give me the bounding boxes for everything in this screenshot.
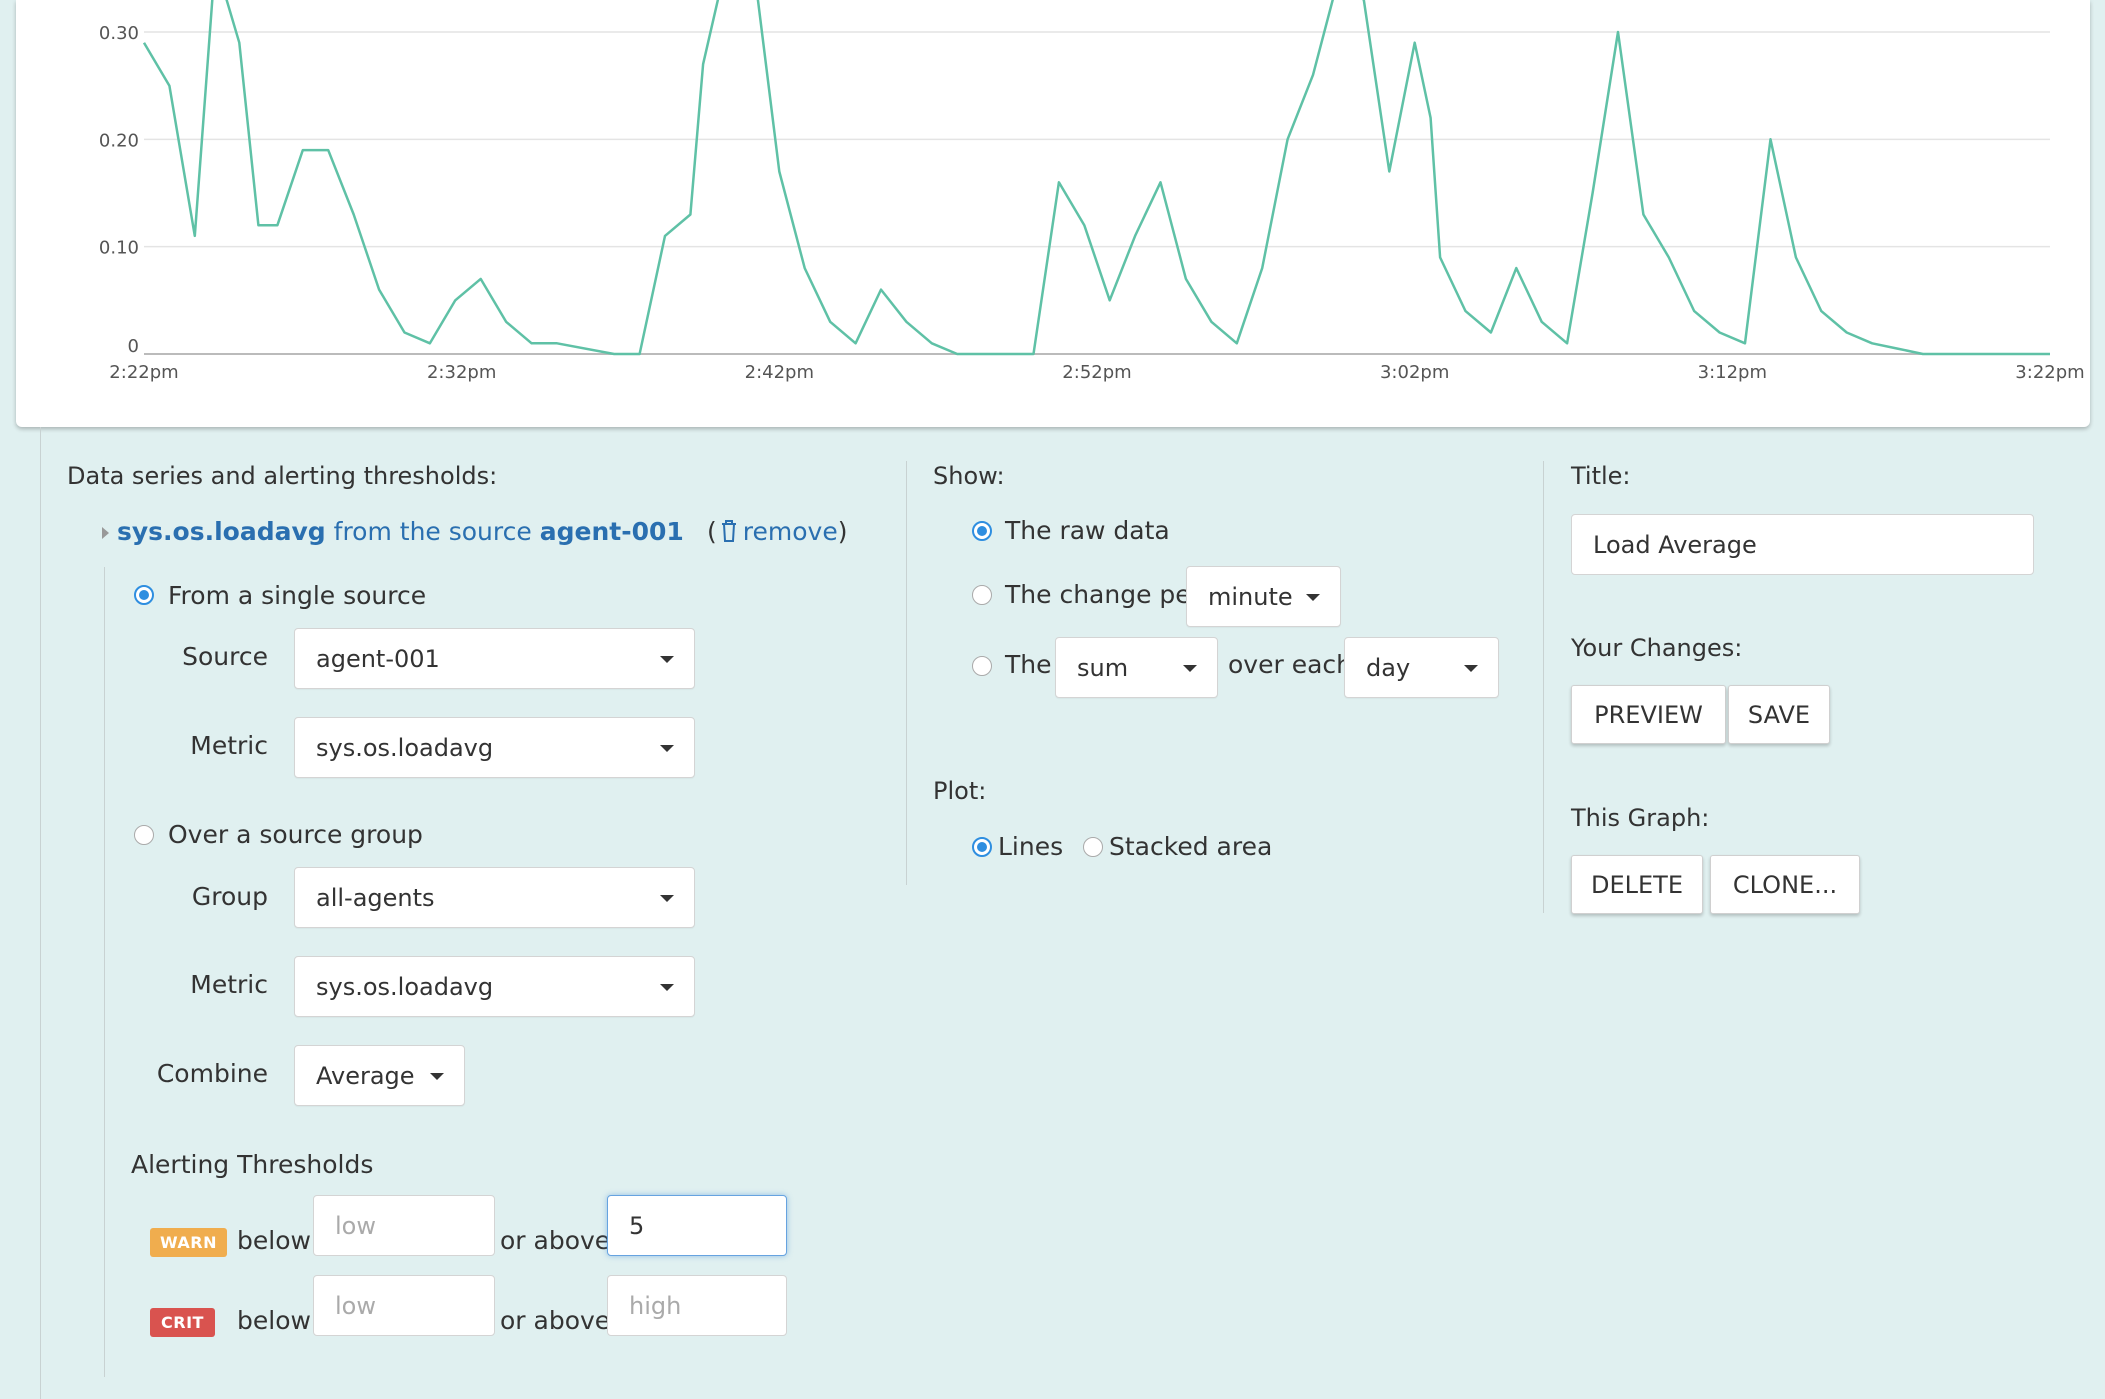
- stacked-area-radio[interactable]: [1083, 837, 1103, 857]
- x-tick-label: 2:52pm: [1062, 362, 1131, 383]
- lines-label: Lines: [998, 832, 1064, 861]
- save-button[interactable]: SAVE: [1728, 685, 1830, 744]
- show-heading: Show:: [933, 462, 1005, 490]
- x-tick-label: 2:32pm: [427, 362, 496, 383]
- remove-open-paren: (: [707, 517, 717, 546]
- chevron-down-icon: [660, 744, 674, 752]
- x-tick-label: 3:22pm: [2015, 362, 2084, 383]
- lines-radio[interactable]: [972, 837, 992, 857]
- combine-select-value: Average: [316, 1061, 415, 1090]
- single-source-label: From a single source: [168, 581, 427, 610]
- x-tick-label: 2:22pm: [109, 362, 178, 383]
- warn-or-above-label: or above: [500, 1226, 611, 1255]
- chevron-down-icon: [430, 1072, 444, 1080]
- change-period-value: minute: [1208, 582, 1293, 611]
- combine-label: Combine: [156, 1059, 268, 1088]
- source-link[interactable]: agent-001: [540, 517, 684, 546]
- change-per-radio[interactable]: [972, 585, 992, 605]
- chart-card: 0 0.10 0.20 0.30 2:22pm 2:32pm 2:42pm 2:52pm 3:0…: [16, 0, 2090, 427]
- crit-high-input[interactable]: [607, 1275, 787, 1336]
- series-summary: sys.os.loadavg from the source agent-001: [117, 517, 684, 546]
- aggregate-function-select[interactable]: sum: [1055, 637, 1218, 698]
- stacked-area-label: Stacked area: [1109, 832, 1273, 861]
- source-select[interactable]: agent-001: [294, 628, 695, 689]
- plot-heading: Plot:: [933, 777, 987, 805]
- source-label: Source: [182, 642, 268, 671]
- crit-or-above-label: or above: [500, 1306, 611, 1335]
- chevron-down-icon: [660, 983, 674, 991]
- chevron-down-icon: [660, 894, 674, 902]
- y-tick-label: 0.30: [99, 23, 139, 44]
- y-tick-label: 0.20: [99, 130, 139, 151]
- y-tick-label: 0.10: [99, 238, 139, 259]
- aggregate-period-value: day: [1366, 653, 1411, 682]
- chevron-down-icon: [1464, 664, 1478, 672]
- group-metric-label: Metric: [190, 970, 268, 999]
- metric-select[interactable]: sys.os.loadavg: [294, 717, 695, 778]
- group-label: Group: [191, 882, 268, 911]
- column-divider-2: [1543, 461, 1544, 913]
- expand-triangle-icon[interactable]: [102, 527, 109, 539]
- aggregate-radio[interactable]: [972, 656, 992, 676]
- crit-below-label: below: [237, 1306, 311, 1335]
- combine-select[interactable]: Average: [294, 1045, 465, 1106]
- aggregate-period-select[interactable]: day: [1344, 637, 1499, 698]
- the-label: The: [1005, 650, 1052, 679]
- change-per-label: The change per: [1005, 580, 1201, 609]
- source-group-radio[interactable]: [134, 825, 154, 845]
- your-changes-heading: Your Changes:: [1571, 634, 1743, 662]
- graph-editor: Data series and alerting thresholds: sys…: [0, 427, 2105, 1399]
- remove-link[interactable]: remove: [743, 517, 838, 546]
- raw-data-radio[interactable]: [972, 521, 992, 541]
- series-indent-line: [104, 567, 105, 1377]
- alerting-thresholds-heading: Alerting Thresholds: [131, 1150, 374, 1179]
- warn-badge: WARN: [150, 1228, 227, 1257]
- source-select-value: agent-001: [316, 644, 440, 673]
- remove-close-paren: ): [837, 517, 848, 546]
- x-tick-label: 3:02pm: [1380, 362, 1449, 383]
- x-tick-label: 3:12pm: [1698, 362, 1767, 383]
- warn-low-input[interactable]: [313, 1195, 495, 1256]
- remove-control[interactable]: ( remove): [707, 517, 847, 546]
- delete-button[interactable]: DELETE: [1571, 855, 1703, 914]
- metric-select-value: sys.os.loadavg: [316, 733, 494, 762]
- change-period-select[interactable]: minute: [1186, 566, 1341, 627]
- chevron-down-icon: [660, 655, 674, 663]
- from-source-text: from the source: [333, 517, 532, 546]
- source-group-label: Over a source group: [168, 820, 423, 849]
- preview-button[interactable]: PREVIEW: [1571, 685, 1726, 744]
- series-line: [142, 0, 2050, 356]
- group-metric-select[interactable]: sys.os.loadavg: [294, 956, 695, 1017]
- y-tick-label: 0: [128, 336, 139, 357]
- warn-high-input[interactable]: [607, 1195, 787, 1256]
- column-divider-1: [906, 461, 907, 885]
- group-select-value: all-agents: [316, 883, 435, 912]
- warn-below-label: below: [237, 1226, 311, 1255]
- group-select[interactable]: all-agents: [294, 867, 695, 928]
- over-each-label: over each: [1228, 650, 1352, 679]
- clone-button[interactable]: CLONE...: [1710, 855, 1860, 914]
- crit-low-input[interactable]: [313, 1275, 495, 1336]
- x-tick-label: 2:42pm: [745, 362, 814, 383]
- left-border-line: [40, 427, 41, 1399]
- metric-label: Metric: [190, 731, 268, 760]
- data-series-heading: Data series and alerting thresholds:: [67, 462, 498, 490]
- title-input[interactable]: [1571, 514, 2034, 575]
- crit-badge: CRIT: [150, 1308, 215, 1337]
- chevron-down-icon: [1306, 593, 1320, 601]
- load-average-chart: 0 0.10 0.20 0.30 2:22pm 2:32pm 2:42pm 2:52pm 3:0…: [99, 0, 2085, 383]
- group-metric-select-value: sys.os.loadavg: [316, 972, 494, 1001]
- single-source-radio[interactable]: [134, 585, 154, 605]
- raw-data-label: The raw data: [1005, 516, 1170, 545]
- metric-link[interactable]: sys.os.loadavg: [117, 517, 326, 546]
- chevron-down-icon: [1183, 664, 1197, 672]
- title-heading: Title:: [1571, 462, 1631, 490]
- aggregate-function-value: sum: [1077, 653, 1129, 682]
- trash-icon: [721, 520, 736, 542]
- this-graph-heading: This Graph:: [1571, 804, 1710, 832]
